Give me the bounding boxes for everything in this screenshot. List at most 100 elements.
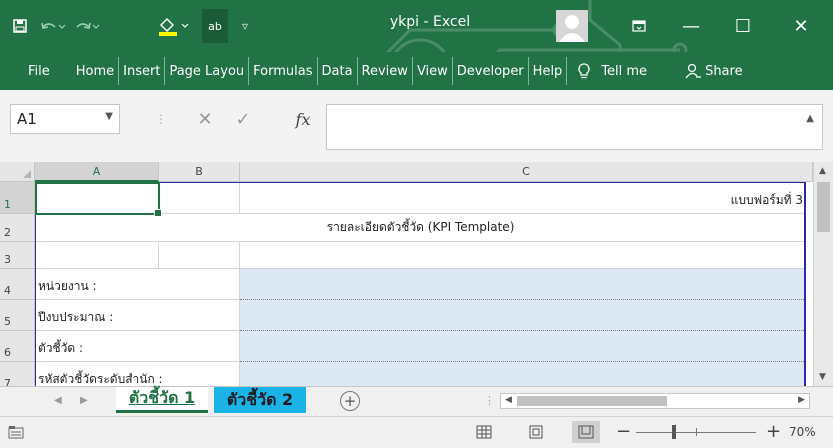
macro-recording-icon[interactable] <box>8 425 24 439</box>
tell-me-search[interactable]: Tell me <box>573 57 651 85</box>
page-break-icon <box>578 425 594 439</box>
user-avatar-icon <box>559 15 585 42</box>
user-avatar[interactable] <box>556 10 588 42</box>
row-header-4[interactable]: 4 <box>0 269 35 300</box>
save-icon <box>13 19 27 33</box>
tab-view[interactable]: View <box>413 57 453 85</box>
minimize-icon: — <box>682 15 700 37</box>
cell-b1[interactable] <box>159 182 240 214</box>
tab-split-handle-icon[interactable]: ⋮ <box>484 394 495 407</box>
tab-help[interactable]: Help <box>529 57 568 85</box>
undo-button[interactable] <box>38 0 68 52</box>
column-header-b[interactable]: B <box>159 162 240 182</box>
scroll-right-icon[interactable]: ▶ <box>798 395 805 405</box>
tab-file[interactable]: File <box>24 57 54 85</box>
cell-title-merged[interactable]: รายละเอียดตัวชี้วัด (KPI Template) <box>35 214 806 242</box>
status-bar: − + 70% <box>0 416 833 448</box>
window-title: ykpi - Excel <box>389 14 471 30</box>
insert-function-button[interactable]: fx <box>286 104 320 134</box>
cell-b3[interactable] <box>159 242 240 269</box>
cell-c4-input[interactable] <box>240 269 806 300</box>
title-bar: ab ▿ ykpi - Excel — ☐ ✕ <box>0 0 833 100</box>
formula-bar-grip-icon: ⋮ <box>155 112 167 126</box>
name-box[interactable]: A1 ▼ <box>10 104 120 134</box>
normal-view-button[interactable] <box>470 421 498 443</box>
tab-developer[interactable]: Developer <box>453 57 529 85</box>
name-box-value: A1 <box>17 110 37 128</box>
row-header-5[interactable]: 5 <box>0 300 35 331</box>
chevron-down-icon: ▼ <box>105 111 113 122</box>
sheet-tab-1[interactable]: ตัวชี้วัด 1 <box>116 387 208 413</box>
row-header-3[interactable]: 3 <box>0 242 35 269</box>
scroll-up-icon[interactable]: ▲ <box>819 166 826 176</box>
redo-button[interactable] <box>72 0 102 52</box>
customize-qat-icon: ▿ <box>241 19 249 33</box>
function-icon: fx <box>295 109 311 129</box>
zoom-in-button[interactable]: + <box>766 421 781 442</box>
scroll-left-icon[interactable]: ◀ <box>505 395 512 405</box>
save-button[interactable] <box>8 0 32 52</box>
select-all-button[interactable] <box>0 162 35 182</box>
column-header-a[interactable]: A <box>35 162 159 182</box>
tab-home[interactable]: Home <box>72 57 120 85</box>
redo-icon <box>76 22 100 29</box>
share-button[interactable]: Share <box>681 57 747 85</box>
sheet-tab-bar: ◀ ▶ ตัวชี้วัด 1 ตัวชี้วัด 2 + ⋮ ◀ ▶ <box>0 386 833 416</box>
zoom-out-button[interactable]: − <box>616 421 631 442</box>
worksheet-grid: A B C 1 2 3 4 5 6 7 แบบฟอร์มที่ 3 รายละเ… <box>0 162 833 386</box>
column-header-c[interactable]: C <box>240 162 813 182</box>
cell-a4[interactable]: หน่วยงาน : <box>35 269 240 300</box>
page-break-preview-button[interactable] <box>572 421 600 443</box>
undo-icon <box>41 22 66 29</box>
formula-input[interactable]: ▲ <box>326 104 823 150</box>
tab-insert[interactable]: Insert <box>119 57 166 85</box>
row-header-2[interactable]: 2 <box>0 214 35 242</box>
ribbon-tabs: File Home Insert Page Layou Formulas Dat… <box>0 52 833 90</box>
cancel-x-icon: ✕ <box>197 108 213 130</box>
fill-color-button[interactable] <box>156 0 192 52</box>
horizontal-scrollbar[interactable]: ◀ ▶ <box>500 393 810 409</box>
active-cell-selection <box>35 182 162 217</box>
tab-data[interactable]: Data <box>318 57 358 85</box>
cell-c1[interactable]: แบบฟอร์มที่ 3 <box>240 182 806 214</box>
share-person-icon <box>685 63 702 79</box>
cell-c6-input[interactable] <box>240 331 806 362</box>
tab-review[interactable]: Review <box>358 57 413 85</box>
cell-a6[interactable]: ตัวชี้วัด : <box>35 331 240 362</box>
vertical-scroll-thumb[interactable] <box>817 182 830 232</box>
horizontal-scroll-thumb[interactable] <box>517 396 667 406</box>
maximize-icon: ☐ <box>734 15 752 37</box>
cell-c7-input[interactable] <box>240 362 806 386</box>
cell-a7[interactable]: รหัสตัวชี้วัดระดับสำนัก : <box>35 362 240 386</box>
enter-button[interactable]: ✓ <box>228 104 258 134</box>
tab-formulas[interactable]: Formulas <box>249 57 318 85</box>
sheet-nav-next-icon[interactable]: ▶ <box>80 395 88 406</box>
customize-qat-button[interactable]: ▿ <box>236 0 254 52</box>
page-layout-view-button[interactable] <box>522 421 550 443</box>
spelling-button[interactable]: ab <box>202 9 228 43</box>
cell-c3[interactable] <box>240 242 806 269</box>
lightbulb-icon <box>578 63 590 79</box>
cancel-entry-button[interactable]: ✕ <box>190 104 220 134</box>
add-sheet-button[interactable]: + <box>340 391 360 411</box>
close-button[interactable]: ✕ <box>778 0 824 52</box>
ribbon-display-options-button[interactable] <box>616 0 662 52</box>
zoom-level[interactable]: 70% <box>789 425 816 439</box>
minimize-button[interactable]: — <box>668 0 714 52</box>
share-label: Share <box>705 63 743 79</box>
row-header-6[interactable]: 6 <box>0 331 35 362</box>
tab-page-layout[interactable]: Page Layou <box>165 57 250 85</box>
vertical-scrollbar[interactable]: ▲ ▼ <box>813 162 833 386</box>
maximize-button[interactable]: ☐ <box>720 0 766 52</box>
row-header-7[interactable]: 7 <box>0 362 35 386</box>
scroll-down-icon[interactable]: ▼ <box>819 372 826 382</box>
plus-icon: + <box>343 392 357 410</box>
sheet-tab-2[interactable]: ตัวชี้วัด 2 <box>214 387 306 413</box>
cell-c5-input[interactable] <box>240 300 806 331</box>
cell-a3[interactable] <box>35 242 159 269</box>
row-header-1[interactable]: 1 <box>0 182 35 214</box>
zoom-slider-thumb[interactable] <box>672 425 676 439</box>
cell-a5[interactable]: ปีงบประมาณ : <box>35 300 240 331</box>
sheet-nav-prev-icon[interactable]: ◀ <box>54 395 62 406</box>
collapse-formula-bar-icon[interactable]: ▲ <box>806 113 814 124</box>
